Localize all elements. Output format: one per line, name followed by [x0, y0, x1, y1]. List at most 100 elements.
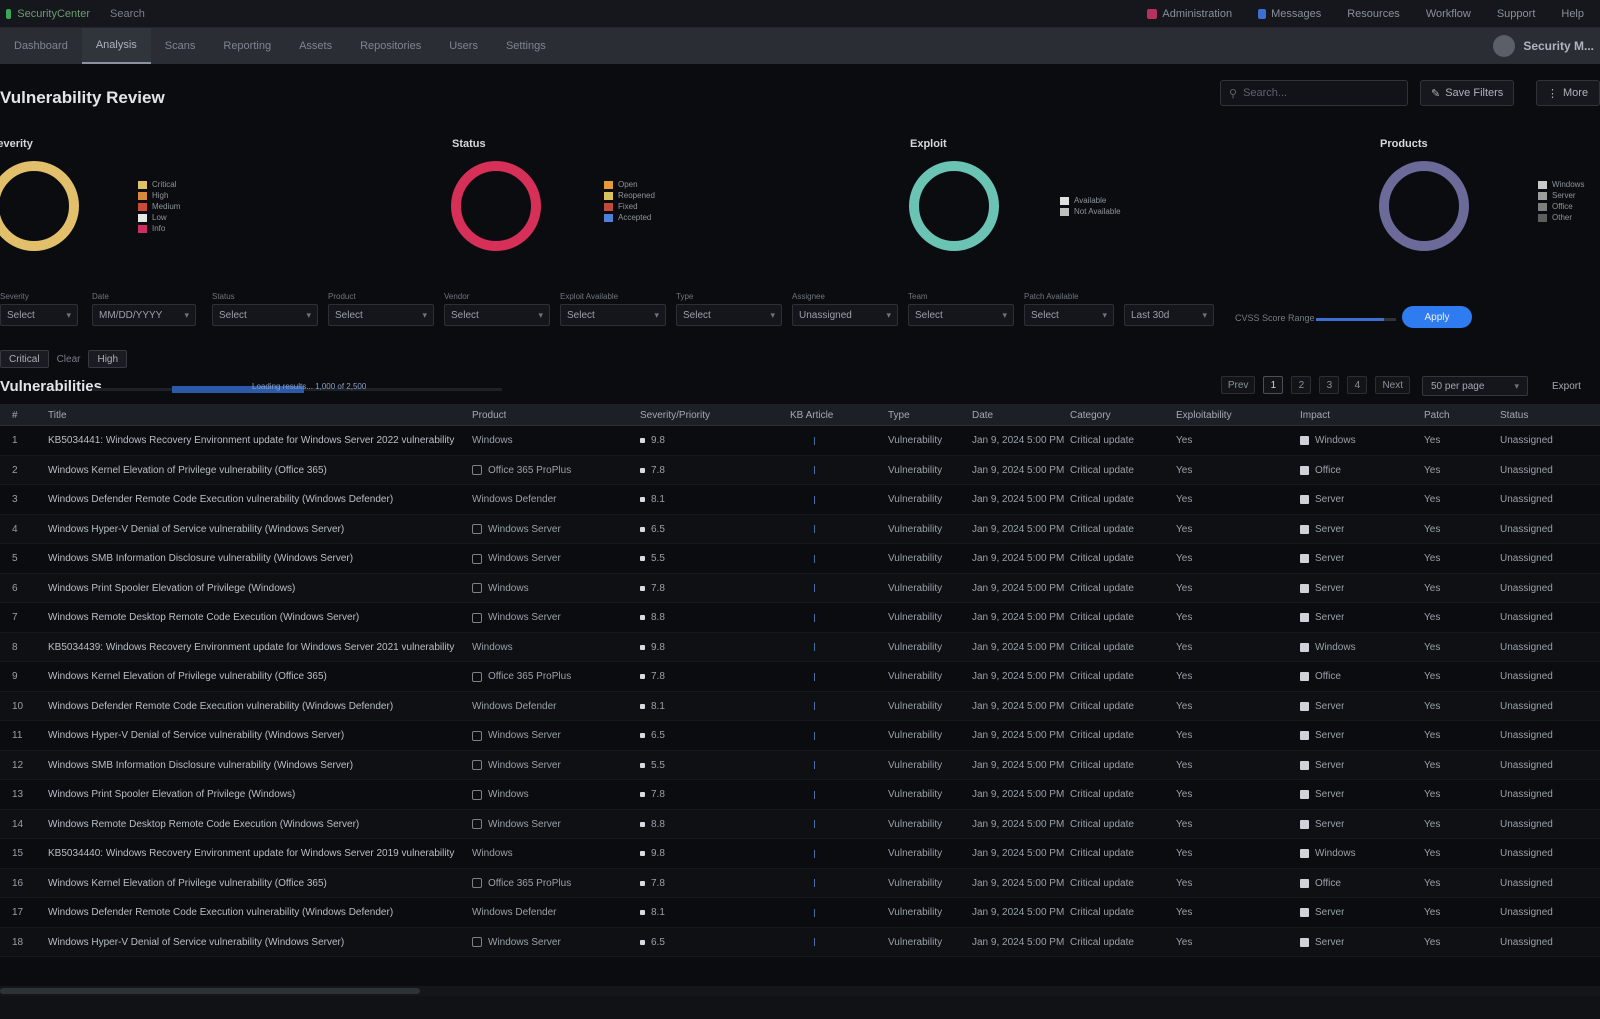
filter-select[interactable]: Select ▾	[560, 304, 666, 326]
vuln-title[interactable]: Windows Defender Remote Code Execution v…	[48, 485, 468, 514]
col-header-severity-priority[interactable]: Severity/Priority	[640, 404, 710, 426]
vuln-title[interactable]: Windows Hyper-V Denial of Service vulner…	[48, 928, 468, 957]
col-header-type[interactable]: Type	[888, 404, 910, 426]
more-button[interactable]: ⋮ More	[1536, 80, 1600, 106]
chip-high[interactable]: High	[88, 350, 128, 368]
clear-filters-link[interactable]: Clear	[57, 354, 81, 365]
filter-select[interactable]: Select ▾	[908, 304, 1014, 326]
page-1-button[interactable]: 1	[1263, 376, 1284, 394]
table-row[interactable]: 17 Windows Defender Remote Code Execution…	[0, 898, 1600, 928]
apply-button[interactable]: Apply	[1402, 306, 1472, 328]
col-header-impact[interactable]: Impact	[1300, 404, 1330, 426]
table-row[interactable]: 11 Windows Hyper-V Denial of Service vuln…	[0, 721, 1600, 751]
donut-ring[interactable]	[1379, 161, 1469, 251]
vuln-title[interactable]: Windows Kernel Elevation of Privilege vu…	[48, 662, 468, 691]
donut-chart[interactable]	[0, 156, 84, 256]
prev-page-button[interactable]: Prev	[1220, 376, 1256, 394]
legend-item[interactable]: High	[138, 191, 180, 200]
donut-chart[interactable]	[446, 156, 546, 256]
legend-item[interactable]: Open	[604, 180, 655, 189]
legend-item[interactable]: Office	[1538, 202, 1584, 211]
col-header-date[interactable]: Date	[972, 404, 993, 426]
legend-item[interactable]: Other	[1538, 213, 1584, 222]
vuln-title[interactable]: Windows Kernel Elevation of Privilege vu…	[48, 456, 468, 485]
table-row[interactable]: 1 KB5034441: Windows Recovery Environment…	[0, 426, 1600, 456]
vuln-title[interactable]: KB5034440: Windows Recovery Environment …	[48, 839, 468, 868]
donut-ring[interactable]	[909, 161, 999, 251]
table-row[interactable]: 9 Windows Kernel Elevation of Privilege v…	[0, 662, 1600, 692]
vuln-title[interactable]: Windows SMB Information Disclosure vulne…	[48, 544, 468, 573]
table-row[interactable]: 3 Windows Defender Remote Code Execution …	[0, 485, 1600, 515]
save-filters-button[interactable]: ✎ Save Filters	[1420, 80, 1515, 106]
table-row[interactable]: 14 Windows Remote Desktop Remote Code Exe…	[0, 809, 1600, 839]
table-row[interactable]: 2 Windows Kernel Elevation of Privilege v…	[0, 455, 1600, 485]
vuln-title[interactable]: Windows Defender Remote Code Execution v…	[48, 898, 468, 927]
legend-item[interactable]: Server	[1538, 191, 1584, 200]
table-row[interactable]: 7 Windows Remote Desktop Remote Code Exec…	[0, 603, 1600, 633]
filter-select[interactable]: Select ▾	[0, 304, 78, 326]
table-row[interactable]: 10 Windows Defender Remote Code Execution…	[0, 691, 1600, 721]
horizontal-scrollbar[interactable]	[0, 986, 1600, 996]
filter-select[interactable]: Select ▾	[676, 304, 782, 326]
table-row[interactable]: 4 Windows Hyper-V Denial of Service vulne…	[0, 514, 1600, 544]
tab-repositories[interactable]: Repositories	[346, 28, 435, 64]
filter-select[interactable]: Last 30d ▾	[1124, 304, 1214, 326]
vuln-title[interactable]: Windows Print Spooler Elevation of Privi…	[48, 780, 468, 809]
legend-item[interactable]: Available	[1060, 196, 1121, 205]
col-header-kb-article[interactable]: KB Article	[790, 404, 833, 426]
vuln-title[interactable]: Windows Remote Desktop Remote Code Execu…	[48, 603, 468, 632]
table-row[interactable]: 13 Windows Print Spooler Elevation of Pri…	[0, 780, 1600, 810]
legend-item[interactable]: Critical	[138, 180, 180, 189]
vuln-title[interactable]: Windows Hyper-V Denial of Service vulner…	[48, 721, 468, 750]
legend-item[interactable]: Low	[138, 213, 180, 222]
table-row[interactable]: 6 Windows Print Spooler Elevation of Priv…	[0, 573, 1600, 603]
table-row[interactable]: 18 Windows Hyper-V Denial of Service vuln…	[0, 927, 1600, 957]
scrollbar-thumb[interactable]	[0, 988, 420, 994]
tab-settings[interactable]: Settings	[492, 28, 560, 64]
col-header-category[interactable]: Category	[1070, 404, 1111, 426]
table-row[interactable]: 12 Windows SMB Information Disclosure vul…	[0, 750, 1600, 780]
donut-ring[interactable]	[451, 161, 541, 251]
filter-select[interactable]: Select ▾	[212, 304, 318, 326]
page-2-button[interactable]: 2	[1291, 376, 1312, 394]
messages-menu[interactable]: Messages	[1258, 8, 1321, 20]
export-button[interactable]: Export	[1546, 376, 1587, 396]
col-header-patch[interactable]: Patch	[1424, 404, 1450, 426]
resources-menu[interactable]: Resources	[1347, 8, 1400, 20]
filter-select[interactable]: Select ▾	[328, 304, 434, 326]
tab-assets[interactable]: Assets	[285, 28, 346, 64]
tab-analysis[interactable]: Analysis	[81, 28, 151, 64]
support-menu[interactable]: Support	[1497, 8, 1536, 20]
legend-item[interactable]: Fixed	[604, 202, 655, 211]
page-3-button[interactable]: 3	[1319, 376, 1340, 394]
cvss-slider[interactable]	[1316, 318, 1396, 321]
user-menu[interactable]: Security M...	[1493, 28, 1600, 64]
filter-select[interactable]: MM/DD/YYYY ▾	[92, 304, 196, 326]
tab-users[interactable]: Users	[435, 28, 492, 64]
legend-item[interactable]: Reopened	[604, 191, 655, 200]
tab-dashboard[interactable]: Dashboard	[0, 28, 82, 64]
vuln-title[interactable]: KB5034441: Windows Recovery Environment …	[48, 426, 468, 455]
legend-item[interactable]: Accepted	[604, 213, 655, 222]
top-search-link[interactable]: Search	[110, 8, 145, 20]
next-page-button[interactable]: Next	[1375, 376, 1410, 394]
filter-select[interactable]: Select ▾	[444, 304, 550, 326]
col-header-exploitability[interactable]: Exploitability	[1176, 404, 1232, 426]
col-header-title[interactable]: Title	[48, 404, 67, 426]
legend-item[interactable]: Windows	[1538, 180, 1584, 189]
tab-reporting[interactable]: Reporting	[209, 28, 285, 64]
vuln-title[interactable]: Windows SMB Information Disclosure vulne…	[48, 751, 468, 780]
filter-select[interactable]: Unassigned ▾	[792, 304, 898, 326]
per-page-select[interactable]: 50 per page ▾	[1422, 376, 1528, 396]
legend-item[interactable]: Medium	[138, 202, 180, 211]
donut-chart[interactable]	[904, 156, 1004, 256]
search-input[interactable]: ⚲ Search...	[1220, 80, 1408, 106]
col-header-status[interactable]: Status	[1500, 404, 1528, 426]
vuln-title[interactable]: KB5034439: Windows Recovery Environment …	[48, 633, 468, 662]
workflow-menu[interactable]: Workflow	[1426, 8, 1471, 20]
admin-menu[interactable]: Administration	[1147, 8, 1232, 20]
donut-chart[interactable]	[1374, 156, 1474, 256]
table-row[interactable]: 16 Windows Kernel Elevation of Privilege …	[0, 868, 1600, 898]
table-row[interactable]: 5 Windows SMB Information Disclosure vuln…	[0, 544, 1600, 574]
help-menu[interactable]: Help	[1561, 8, 1584, 20]
